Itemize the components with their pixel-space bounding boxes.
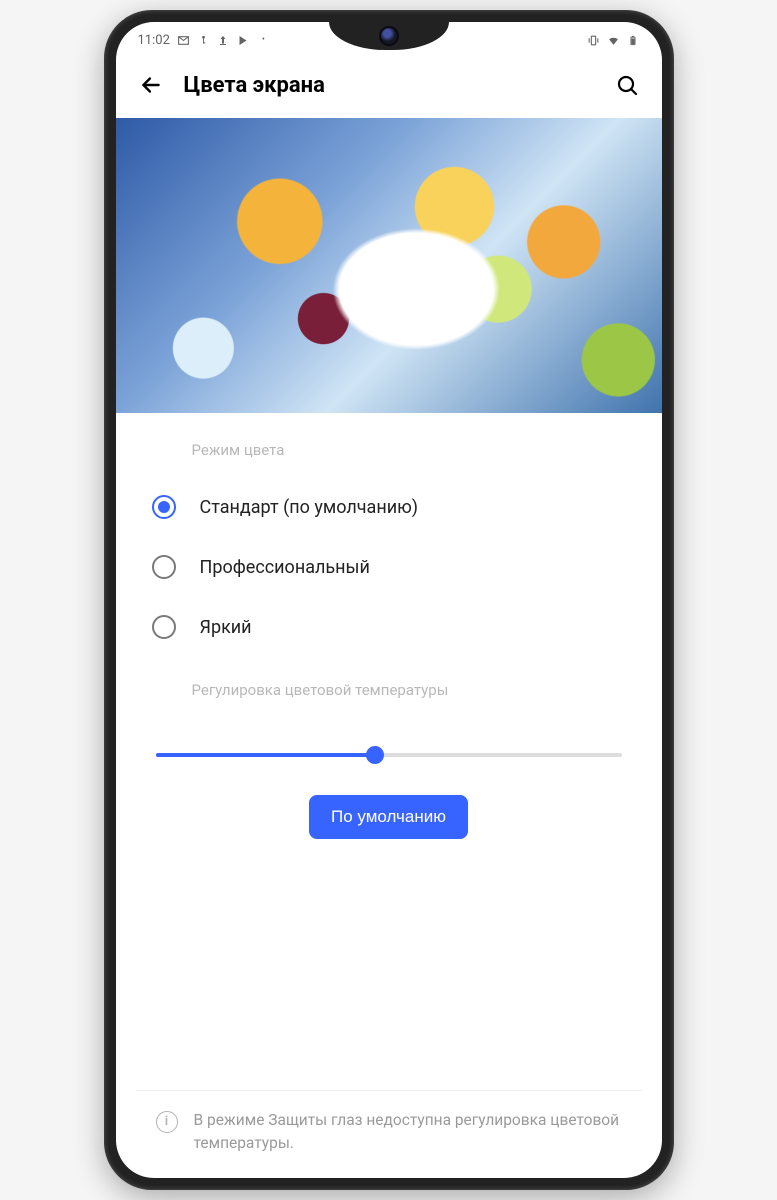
radio-icon [152, 555, 176, 579]
key-icon [197, 34, 210, 47]
gmail-icon [177, 34, 190, 47]
back-button[interactable] [134, 68, 168, 102]
battery-icon [627, 34, 640, 47]
info-icon: i [156, 1111, 178, 1133]
status-left: 11:02 • [138, 33, 270, 48]
search-button[interactable] [610, 68, 644, 102]
page-title: Цвета экрана [184, 73, 594, 98]
default-button[interactable]: По умолчанию [309, 795, 468, 839]
radio-icon [152, 495, 176, 519]
slider-fill [156, 753, 375, 757]
status-time: 11:02 [138, 33, 170, 48]
temperature-slider[interactable] [136, 729, 642, 757]
preview-image [116, 118, 662, 413]
upload-icon [217, 34, 230, 47]
radio-label: Яркий [200, 617, 252, 638]
radio-option-professional[interactable]: Профессиональный [136, 537, 642, 597]
phone-frame: 11:02 • [104, 10, 674, 1190]
footer-note: i В режиме Защиты глаз недоступна регули… [136, 1090, 642, 1178]
radio-label: Стандарт (по умолчанию) [200, 497, 419, 518]
more-dot-icon: • [257, 34, 270, 47]
content-area: Режим цвета Стандарт (по умолчанию) Проф… [116, 413, 662, 1178]
wifi-icon [607, 34, 620, 47]
footer-text: В режиме Защиты глаз недоступна регулиро… [194, 1109, 622, 1154]
radio-label: Профессиональный [200, 557, 370, 578]
radio-icon [152, 615, 176, 639]
slider-track [156, 753, 622, 757]
phone-screen: 11:02 • [116, 22, 662, 1178]
vibrate-icon [587, 34, 600, 47]
radio-option-standard[interactable]: Стандарт (по умолчанию) [136, 477, 642, 537]
slider-thumb[interactable] [366, 746, 384, 764]
radio-option-bright[interactable]: Яркий [136, 597, 642, 657]
status-right [587, 34, 640, 47]
app-bar: Цвета экрана [116, 52, 662, 118]
color-mode-label: Режим цвета [136, 441, 642, 459]
play-store-icon [237, 34, 250, 47]
temperature-label: Регулировка цветовой температуры [136, 681, 642, 699]
